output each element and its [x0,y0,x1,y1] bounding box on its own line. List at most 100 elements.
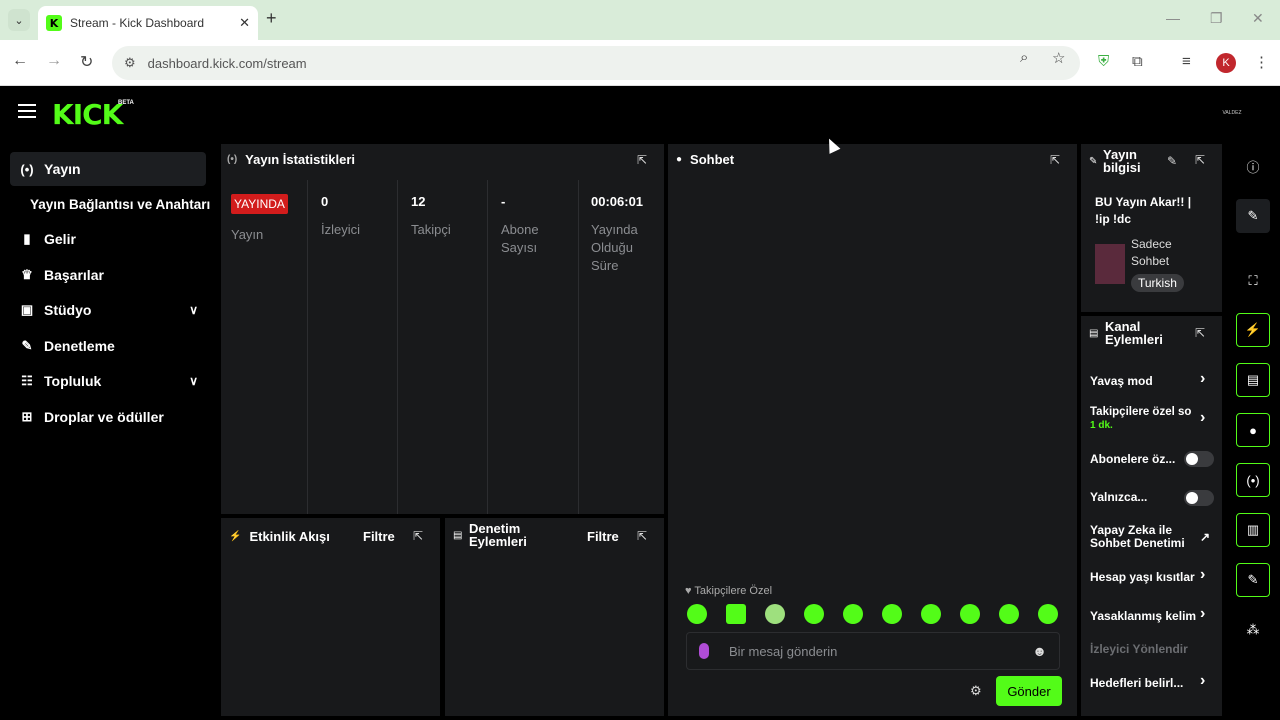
activity-title-text: Etkinlik Akışı [249,529,330,544]
sidebar-item-denetleme[interactable]: ✎ Denetleme [10,329,206,363]
popout-icon[interactable]: ⇱ [637,153,647,167]
emote-3-icon[interactable] [765,604,785,624]
sidebar-item-droplar[interactable]: ⊞ Droplar ve ödüller [10,400,206,434]
site-info-icon[interactable]: ⚙ [124,55,136,71]
tab-list-icon[interactable]: ⌄ [8,9,30,31]
broadcast-icon: (•) [20,161,34,177]
browser-tab[interactable]: K Stream - Kick Dashboard ✕ [38,6,258,40]
goals-item[interactable]: Hedefleri belirl... [1090,676,1183,690]
stream-info-panel: ✎ Yayın bilgisi ✎ ⇱ BU Yayın Akar!! | !i… [1081,144,1222,312]
chat-bubble-icon[interactable]: ● [1236,413,1270,447]
channel-icon[interactable]: ▥ [1236,513,1270,547]
document-icon[interactable]: ▤ [1236,363,1270,397]
mic-icon[interactable] [699,643,709,659]
new-tab-icon[interactable]: + [266,8,277,29]
sidebar-item-gelir[interactable]: ▮ Gelir [10,222,206,256]
followers-value: 12 [411,194,426,209]
emote-4-icon[interactable] [804,604,824,624]
reload-icon[interactable]: ↻ [80,52,93,72]
moderation-title: Denetim Eylemleri [469,522,527,548]
sidebar-item-basarilar[interactable]: ♛ Başarılar [10,258,206,292]
chevron-right-icon[interactable]: › [1200,672,1205,690]
gift-icon: ⊞ [21,409,33,424]
emoji-icon[interactable]: ☻ [1032,643,1047,659]
info-icon[interactable]: ⓘ [1236,149,1270,183]
sidebar-item-label: Denetleme [44,338,115,354]
chat-bubble-icon: ● [676,154,683,165]
user-avatar[interactable]: VALDEZ [1220,103,1244,123]
banned-words-item[interactable]: Yasaklanmış kelim [1090,609,1196,623]
emote-8-icon[interactable] [960,604,980,624]
subs-only-toggle[interactable] [1184,451,1214,467]
popout-icon[interactable]: ⇱ [1050,153,1060,167]
emote-10-icon[interactable] [1038,604,1058,624]
subs-only-item: Abonelere öz... [1090,452,1176,466]
lightning-icon: ⚡ [229,531,242,542]
activity-title: ⚡ Etkinlik Akışı [229,529,330,544]
forward-icon[interactable]: → [46,52,62,70]
slow-mode-item[interactable]: Yavaş mod [1090,374,1153,388]
chevron-right-icon[interactable]: › [1200,370,1205,388]
popout-icon[interactable]: ⇱ [1195,153,1205,167]
popout-icon[interactable]: ⇱ [413,529,423,543]
stream-title-2: !ip !dc [1095,212,1131,226]
sidebar-item-yayin[interactable]: (•) Yayın [10,152,206,186]
community-icon[interactable]: ⁂ [1236,613,1270,647]
age-restrict-item[interactable]: Hesap yaşı kısıtlar [1090,570,1196,584]
emote-6-icon[interactable] [882,604,902,624]
stream-title: BU Yayın Akar!! | !ip !dc [1095,194,1191,228]
zoom-icon[interactable]: ⌕ [1020,49,1028,66]
tab-close-icon[interactable]: ✕ [239,15,250,31]
hamburger-menu-icon[interactable] [18,104,36,118]
back-icon[interactable]: ← [12,52,28,70]
activity-filter-button[interactable]: Filtre [363,529,395,544]
popout-icon[interactable]: ⇱ [637,529,647,543]
popout-icon[interactable]: ⇱ [1195,326,1205,340]
emote-7-icon[interactable] [921,604,941,624]
trophy-icon: ♛ [21,267,33,282]
chevron-right-icon[interactable]: › [1200,605,1205,623]
chat-input[interactable]: Bir mesaj gönderin ☻ [686,632,1060,670]
kick-header: KICK BETA VALDEZ [0,86,1280,140]
emotes-only-toggle[interactable] [1184,490,1214,506]
viewers-label: İzleyici [321,222,361,237]
emote-5-icon[interactable] [843,604,863,624]
bookmark-star-icon[interactable]: ☆ [1052,49,1065,67]
moderation-filter-button[interactable]: Filtre [587,529,619,544]
broadcast-icon[interactable]: (•) [1236,463,1270,497]
divider [487,180,488,514]
kick-logo[interactable]: KICK [52,98,123,131]
browser-menu-icon[interactable]: ⋮ [1254,53,1269,71]
edit-icon[interactable]: ✎ [1167,154,1177,168]
chevron-right-icon[interactable]: › [1200,409,1205,427]
send-button[interactable]: Gönder [996,676,1062,706]
external-link-icon[interactable]: ↗ [1200,530,1210,544]
media-control-icon[interactable]: ≡ [1182,53,1191,70]
category-name-1: Sadece [1131,237,1172,251]
stats-title: (•) Yayın İstatistikleri [227,152,355,167]
emote-2-icon[interactable] [726,604,746,624]
chevron-right-icon[interactable]: › [1200,566,1205,584]
sidebar-item-stream-key[interactable]: Yayın Bağlantısı ve Anahtarı [22,187,218,221]
lightning-icon[interactable]: ⚡ [1236,313,1270,347]
chat-settings-icon[interactable]: ⚙ [970,683,982,699]
followers-only-item[interactable]: Takipçilere özel so [1090,406,1194,418]
extensions-icon[interactable]: ⧉ [1132,53,1143,70]
fullscreen-icon[interactable]: ⛶ [1236,264,1270,298]
sidebar-item-topluluk[interactable]: ☷ Topluluk ∨ [10,364,206,398]
sidebar-item-studyo[interactable]: ▣ Stüdyo ∨ [10,293,206,327]
profile-avatar[interactable]: K [1216,53,1236,73]
uptime-value: 00:06:01 [591,194,644,209]
maximize-icon[interactable]: ❐ [1210,10,1223,27]
chat-title: ● Sohbet [676,152,734,167]
address-bar[interactable]: ⚙ dashboard.kick.com/stream [112,46,1080,80]
minimize-icon[interactable]: — [1166,10,1180,26]
emote-1-icon[interactable] [687,604,707,624]
wrench-icon[interactable]: ✎ [1236,563,1270,597]
window-close-icon[interactable]: ✕ [1252,10,1264,27]
shield-extension-icon[interactable]: ⛨ [1098,53,1109,70]
sidebar: (•) Yayın Yayın Bağlantısı ve Anahtarı ▮… [0,140,216,720]
ai-moderation-item[interactable]: Yapay Zeka ile Sohbet Denetimi [1090,524,1185,550]
edit-icon[interactable]: ✎ [1236,199,1270,233]
emote-9-icon[interactable] [999,604,1019,624]
